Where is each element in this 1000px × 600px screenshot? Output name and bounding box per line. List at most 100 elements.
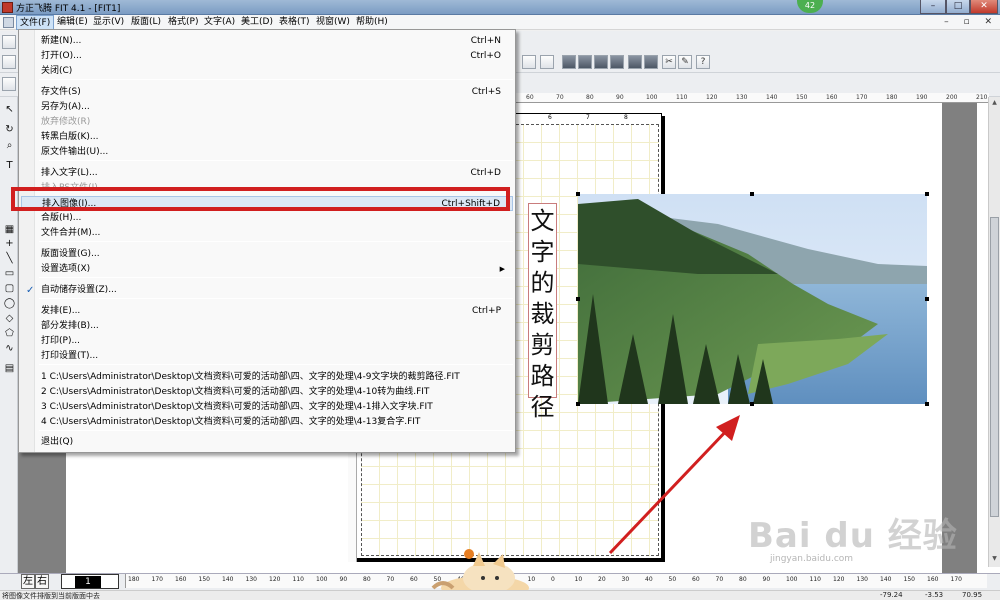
ruler-tick-label: 150 (198, 576, 210, 583)
ruler-tick-label: 60 (526, 94, 534, 101)
page-number[interactable]: 1 (75, 576, 101, 588)
maximize-button[interactable]: □ (946, 0, 970, 14)
resize-handle[interactable] (925, 192, 929, 196)
scissors-icon[interactable]: ✂ (662, 55, 676, 69)
minimize-button[interactable]: – (920, 0, 946, 14)
menu-item-partial-output[interactable]: 部分发排(B)... (21, 319, 513, 334)
table-tool-icon[interactable]: ▤ (3, 362, 16, 375)
send-back-icon[interactable] (644, 55, 658, 69)
menu-table[interactable]: 表格(T) (276, 15, 313, 30)
menu-item-place-text[interactable]: 排入文字(L)... Ctrl+D (21, 166, 513, 181)
menu-item-recent-4[interactable]: 4 C:\Users\Administrator\Desktop\文档资料\可爱… (21, 415, 513, 430)
align-center-icon[interactable] (540, 55, 554, 69)
doc-window-buttons[interactable]: – ▫ ✕ (944, 17, 998, 27)
menu-item-output[interactable]: 发排(E)... Ctrl+P (21, 304, 513, 319)
cross-tool-icon[interactable]: + (3, 237, 16, 250)
menu-text[interactable]: 文字(A) (201, 15, 238, 30)
menu-item-autosave[interactable]: 自动储存设置(Z)... ✓ (21, 283, 513, 298)
landscape-image[interactable] (578, 194, 927, 404)
resize-handle[interactable] (576, 192, 580, 196)
menu-window[interactable]: 视窗(W) (313, 15, 353, 30)
menu-item-new[interactable]: 新建(N)... Ctrl+N (21, 34, 513, 49)
menu-separator (39, 298, 513, 299)
menu-item-revert[interactable]: 放弃修改(R) (21, 115, 513, 130)
menu-item-exit[interactable]: 退出(Q) (21, 435, 513, 450)
ruler-tick-label: 110 (676, 94, 688, 101)
diamond-tool-icon[interactable]: ◇ (3, 312, 16, 325)
menu-item-save-as[interactable]: 另存为(A)... (21, 100, 513, 115)
menu-item-recent-1[interactable]: 1 C:\Users\Administrator\Desktop\文档资料\可爱… (21, 370, 513, 385)
menu-help[interactable]: 帮助(H) (353, 15, 391, 30)
menu-art[interactable]: 美工(D) (238, 15, 276, 30)
left-page-button[interactable]: 左 (21, 574, 35, 589)
resize-handle[interactable] (925, 297, 929, 301)
status-bar: 将图像文件排版到当前版面中去 -79.24 -3.53 70.95 (0, 590, 1000, 600)
scroll-thumb[interactable] (990, 217, 999, 517)
edit-icon[interactable]: ✎ (678, 55, 692, 69)
ungroup-icon[interactable] (578, 55, 592, 69)
menu-item-label: 新建(N)... (41, 36, 82, 46)
ruler-tick-label: 20 (598, 576, 606, 583)
resize-handle[interactable] (750, 402, 754, 406)
menu-item-save[interactable]: 存文件(S) Ctrl+S (21, 85, 513, 100)
menu-layout[interactable]: 版面(L) (128, 15, 164, 30)
vertical-scrollbar[interactable]: ▲ ▼ (988, 97, 1000, 567)
bring-front-icon[interactable] (628, 55, 642, 69)
ellipse-tool-icon[interactable]: ◯ (3, 297, 16, 310)
pointer-tool-icon[interactable]: ↖ (3, 103, 16, 116)
menu-item-merge-pages[interactable]: 合版(H)... (21, 211, 513, 226)
zoom-tool-icon[interactable]: ⌕ (3, 139, 16, 152)
group-icon[interactable] (562, 55, 576, 69)
menu-item-recent-2[interactable]: 2 C:\Users\Administrator\Desktop\文档资料\可爱… (21, 385, 513, 400)
lock-icon[interactable] (594, 55, 608, 69)
menu-edit[interactable]: 编辑(E) (54, 15, 91, 30)
toolbar-grip-icon-2 (2, 55, 16, 69)
rounded-rect-tool-icon[interactable]: ▢ (3, 282, 16, 295)
help-icon[interactable]: ? (696, 55, 710, 69)
grid-tool-icon[interactable]: ▦ (3, 223, 16, 236)
ruler-tick-label: 110 (292, 576, 304, 583)
resize-handle[interactable] (750, 192, 754, 196)
resize-handle[interactable] (925, 402, 929, 406)
unlock-icon[interactable] (610, 55, 624, 69)
menu-item-label: 自动储存设置(Z)... (41, 285, 117, 295)
menu-view[interactable]: 显示(V) (90, 15, 127, 30)
page-navigator[interactable]: 1 (61, 574, 119, 589)
menu-format[interactable]: 格式(P) (165, 15, 201, 30)
menu-item-open[interactable]: 打开(O)... Ctrl+O (21, 49, 513, 64)
ruler-tick-label: 170 (856, 94, 868, 101)
menu-item-print-setup[interactable]: 打印设置(T)... (21, 349, 513, 364)
vertical-text-block[interactable]: 文字的裁剪路径 (528, 203, 557, 421)
toolbar-grip-icon (2, 35, 16, 49)
menu-item-shortcut: Ctrl+D (470, 168, 502, 178)
menu-item-export-source[interactable]: 原文件输出(U)... (21, 145, 513, 160)
rotate-tool-icon[interactable]: ↻ (3, 123, 16, 136)
menu-item-recent-3[interactable]: 3 C:\Users\Administrator\Desktop\文档资料\可爱… (21, 400, 513, 415)
menu-item-preferences[interactable]: 设置选项(X) ▶ (21, 262, 513, 277)
resize-handle[interactable] (576, 402, 580, 406)
menu-file[interactable]: 文件(F) (16, 15, 55, 30)
menu-item-print[interactable]: 打印(P)... (21, 334, 513, 349)
menu-item-merge-file[interactable]: 文件合并(M)... (21, 226, 513, 241)
menu-item-close[interactable]: 关闭(C) (21, 64, 513, 79)
ruler-tick-label: 160 (175, 576, 187, 583)
menu-item-label: 转黑白版(K)... (41, 132, 99, 142)
bezier-tool-icon[interactable]: ∿ (3, 342, 16, 355)
status-y: -3.53 (925, 591, 944, 599)
scroll-up-icon[interactable]: ▲ (990, 99, 999, 108)
close-button[interactable]: ✕ (970, 0, 998, 14)
scroll-down-icon[interactable]: ▼ (990, 555, 999, 564)
ime-badge[interactable]: 42 (797, 0, 823, 13)
ruler-tick-label: 170 (950, 576, 962, 583)
align-left-icon[interactable] (522, 55, 536, 69)
rectangle-tool-icon[interactable]: ▭ (3, 267, 16, 280)
right-page-button[interactable]: 右 (35, 574, 49, 589)
line-tool-icon[interactable]: ╲ (3, 252, 16, 265)
resize-handle[interactable] (576, 297, 580, 301)
polygon-tool-icon[interactable]: ⬠ (3, 327, 16, 340)
menu-item-page-setup[interactable]: 版面设置(G)... (21, 247, 513, 262)
menu-item-to-bw[interactable]: 转黑白版(K)... (21, 130, 513, 145)
left-ruler (348, 452, 357, 562)
document-icon[interactable] (3, 17, 14, 28)
text-tool-icon[interactable]: T (3, 159, 16, 172)
